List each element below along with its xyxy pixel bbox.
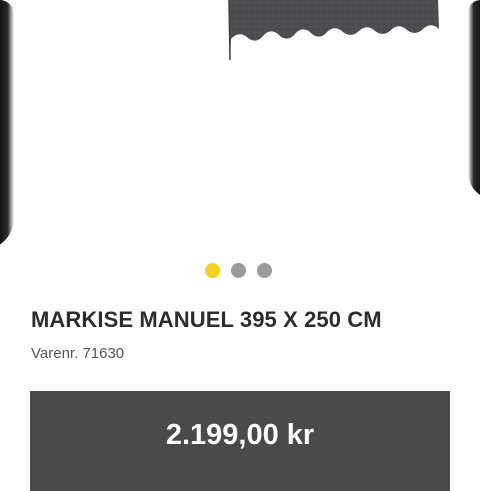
price-bar[interactable]: 2.199,00 kr bbox=[30, 391, 450, 491]
product-image[interactable] bbox=[0, 0, 480, 252]
carousel-indicator bbox=[205, 263, 272, 278]
carousel-dot[interactable] bbox=[231, 263, 246, 278]
product-title: MARKISE MANUEL 395 X 250 CM bbox=[31, 307, 382, 332]
sku-label: Varenr. bbox=[31, 345, 79, 362]
sku-row: Varenr. 71630 bbox=[31, 345, 124, 362]
sku-number: 71630 bbox=[82, 345, 125, 362]
product-price: 2.199,00 kr bbox=[165, 419, 315, 451]
carousel-dot[interactable] bbox=[257, 263, 272, 278]
awning-fabric bbox=[229, 0, 439, 60]
carousel-dot[interactable] bbox=[205, 263, 220, 278]
